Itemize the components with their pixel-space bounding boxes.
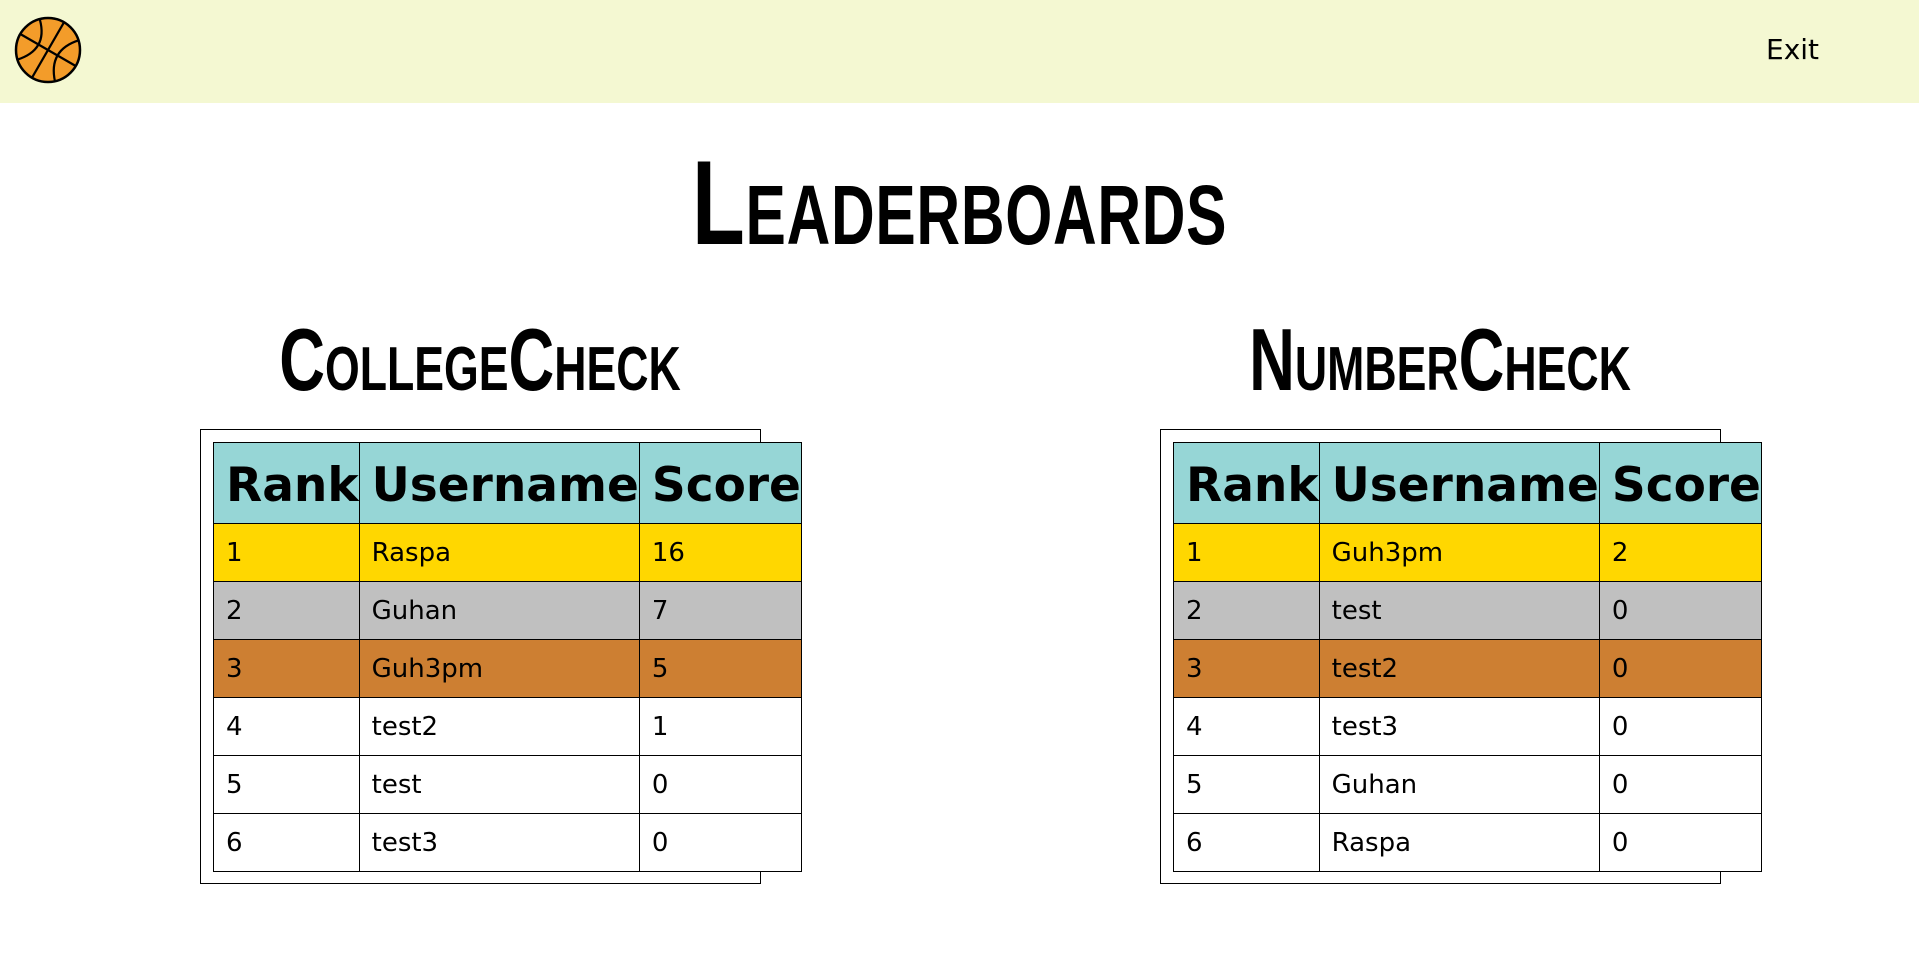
table-row: 6 test3 0 xyxy=(213,813,802,872)
rank-cell: 3 xyxy=(213,639,360,698)
collegecheck-leaderboard: Rank Username Score 1 Raspa 16 2 Guhan 7… xyxy=(200,429,802,884)
score-cell: 0 xyxy=(638,813,802,872)
table-row: 5 Guhan 0 xyxy=(1173,755,1762,814)
numbercheck-table: Rank Username Score 1 Guh3pm 2 2 test 0 … xyxy=(1173,442,1762,872)
rank-header: Rank xyxy=(1173,442,1320,524)
rank-cell: 5 xyxy=(1173,755,1320,814)
table-row: 2 Guhan 7 xyxy=(213,581,802,640)
table-row: 6 Raspa 0 xyxy=(1173,813,1762,872)
username-cell: Raspa xyxy=(358,523,640,582)
score-header: Score xyxy=(1598,442,1762,524)
username-cell: test3 xyxy=(358,813,640,872)
score-cell: 0 xyxy=(638,755,802,814)
numbercheck-leaderboard: Rank Username Score 1 Guh3pm 2 2 test 0 … xyxy=(1160,429,1762,884)
rank-cell: 1 xyxy=(213,523,360,582)
table-row: 1 Guh3pm 2 xyxy=(1173,523,1762,582)
rank-cell: 2 xyxy=(213,581,360,640)
table-row: 3 test2 0 xyxy=(1173,639,1762,698)
top-navbar: Exit xyxy=(0,0,1919,103)
score-cell: 0 xyxy=(1598,581,1762,640)
username-cell: Guh3pm xyxy=(1318,523,1600,582)
rank-cell: 2 xyxy=(1173,581,1320,640)
username-cell: Guhan xyxy=(1318,755,1600,814)
score-cell: 2 xyxy=(1598,523,1762,582)
score-cell: 16 xyxy=(638,523,802,582)
username-cell: Guhan xyxy=(358,581,640,640)
table-header-row: Rank Username Score xyxy=(1173,442,1762,524)
collegecheck-table: Rank Username Score 1 Raspa 16 2 Guhan 7… xyxy=(213,442,802,872)
rank-cell: 4 xyxy=(1173,697,1320,756)
username-cell: Guh3pm xyxy=(358,639,640,698)
table-row: 2 test 0 xyxy=(1173,581,1762,640)
username-cell: test3 xyxy=(1318,697,1600,756)
score-cell: 0 xyxy=(1598,755,1762,814)
username-header: Username xyxy=(358,442,640,524)
table-row: 5 test 0 xyxy=(213,755,802,814)
rank-cell: 4 xyxy=(213,697,360,756)
table-row: 1 Raspa 16 xyxy=(213,523,802,582)
username-cell: test xyxy=(358,755,640,814)
rank-cell: 6 xyxy=(213,813,360,872)
table-row: 4 test3 0 xyxy=(1173,697,1762,756)
rank-cell: 1 xyxy=(1173,523,1320,582)
table-header-row: Rank Username Score xyxy=(213,442,802,524)
exit-link[interactable]: Exit xyxy=(1766,32,1819,68)
username-cell: test2 xyxy=(358,697,640,756)
username-cell: test2 xyxy=(1318,639,1600,698)
page-title: Leaderboards xyxy=(692,136,1228,270)
table-row: 4 test2 1 xyxy=(213,697,802,756)
score-cell: 7 xyxy=(638,581,802,640)
score-header: Score xyxy=(638,442,802,524)
score-cell: 1 xyxy=(638,697,802,756)
rank-header: Rank xyxy=(213,442,360,524)
score-cell: 0 xyxy=(1598,813,1762,872)
score-cell: 5 xyxy=(638,639,802,698)
username-cell: Raspa xyxy=(1318,813,1600,872)
rank-cell: 6 xyxy=(1173,813,1320,872)
rank-cell: 3 xyxy=(1173,639,1320,698)
username-cell: test xyxy=(1318,581,1600,640)
table-row: 3 Guh3pm 5 xyxy=(213,639,802,698)
rank-cell: 5 xyxy=(213,755,360,814)
score-cell: 0 xyxy=(1598,697,1762,756)
basketball-icon[interactable] xyxy=(14,16,82,84)
collegecheck-title: CollegeCheck xyxy=(279,310,681,409)
numbercheck-title: NumberCheck xyxy=(1249,310,1631,409)
score-cell: 0 xyxy=(1598,639,1762,698)
username-header: Username xyxy=(1318,442,1600,524)
